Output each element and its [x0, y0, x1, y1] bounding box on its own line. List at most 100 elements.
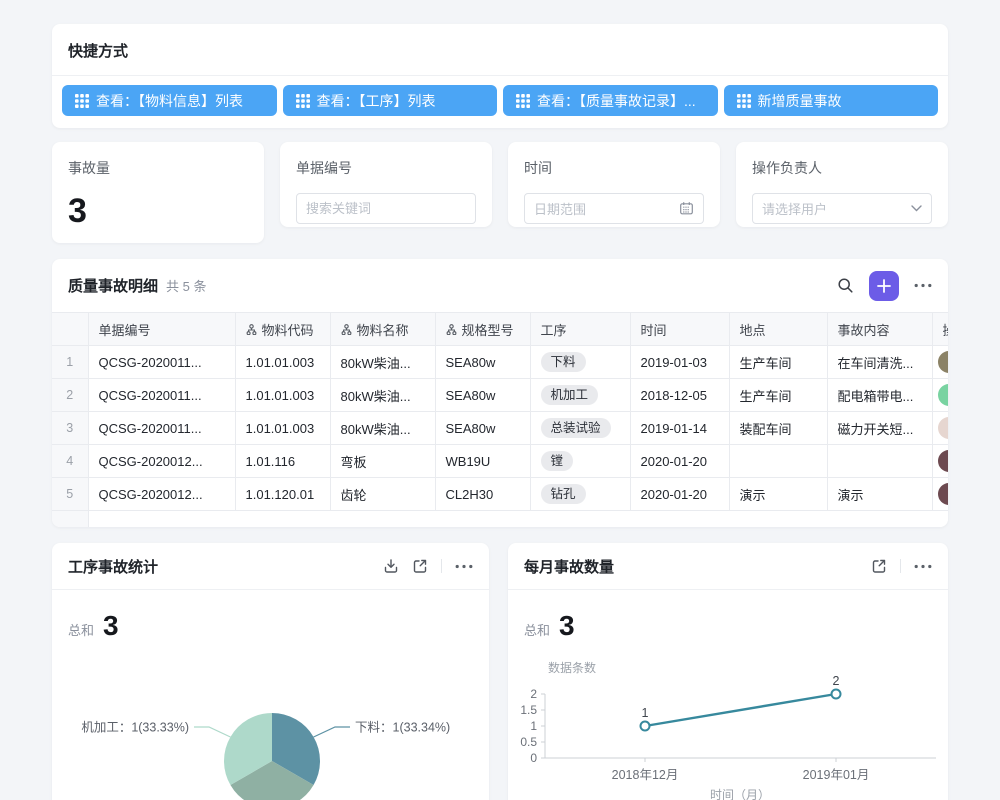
avatar [938, 351, 949, 373]
pie-leader-xialiao [314, 727, 350, 737]
operator-filter-card: 操作负责人 请选择用户 [736, 142, 948, 227]
col-content: 事故内容 [827, 313, 932, 346]
pie-card-title: 工序事故统计 [68, 556, 158, 577]
search-icon [837, 277, 854, 294]
col-place: 地点 [729, 313, 827, 346]
table-row[interactable]: 1 QCSG-2020011... 1.01.01.003 80kW柴油... … [52, 346, 948, 379]
pie-card-header: 工序事故统计 [52, 543, 489, 590]
pie-sum-row: 总和 3 [52, 590, 489, 642]
relation-icon [341, 324, 352, 335]
avatar [938, 483, 949, 505]
data-point-1[interactable] [641, 722, 650, 731]
line-chart[interactable]: 数据条数 2 1.5 1 0.5 0 1 2 2018年12月 2019年01月… [508, 633, 948, 800]
more-button[interactable] [455, 564, 473, 569]
time-filter-label: 时间 [524, 158, 704, 178]
line-card-title: 每月事故数量 [524, 556, 614, 577]
button-label: 查看：【工序】列表 [317, 91, 436, 111]
process-tag: 下料 [541, 352, 586, 372]
process-tag: 机加工 [541, 385, 599, 405]
avatar [938, 384, 949, 406]
more-icon [914, 564, 932, 569]
search-button[interactable] [837, 277, 854, 294]
doc-no-filter-label: 单据编号 [296, 158, 476, 178]
x-axis-title: 时间（月） [710, 788, 770, 800]
accident-count-card: 事故量 3 [52, 142, 264, 243]
sum-label: 总和 [524, 620, 550, 639]
table-header-row: 单据编号 物料代码 物料名称 规格型号 工序 时间 地点 事故内容 操作负责人 [52, 313, 948, 346]
view-process-list-button[interactable]: 查看：【工序】列表 [283, 85, 498, 116]
process-tag: 钻孔 [541, 484, 586, 504]
download-icon [383, 558, 399, 574]
y-tick-2: 2 [530, 687, 537, 701]
y-tick-0-5: 0.5 [520, 735, 537, 749]
sum-value: 3 [103, 610, 119, 642]
table-row[interactable]: 4 QCSG-2020012... 1.01.116 弯板 WB19U 镗 20… [52, 445, 948, 478]
export-button[interactable] [383, 558, 399, 574]
grid-icon [296, 94, 310, 108]
pie-chart[interactable]: 下料：1(33.34%) 机加工：1(33.33%) 总装试验：1(33.33%… [52, 642, 489, 800]
grid-icon [516, 94, 530, 108]
more-icon [455, 564, 473, 569]
accident-count-value: 3 [68, 192, 248, 231]
add-quality-accident-button[interactable]: 新增质量事故 [724, 85, 939, 116]
process-accident-stats-card: 工序事故统计 总和 3 下料：1(33.34%) 机加工：1(33.33%) [52, 543, 489, 800]
process-tag: 镗 [541, 451, 574, 471]
avatar [938, 450, 949, 472]
divider [441, 559, 442, 573]
pie-label-jijiagong: 机加工：1(33.33%) [81, 721, 189, 735]
button-label: 查看：【质量事故记录】... [537, 91, 696, 111]
open-in-new-icon [412, 558, 428, 574]
line-card-header: 每月事故数量 [508, 543, 948, 590]
sum-label: 总和 [68, 620, 94, 639]
data-point-2[interactable] [832, 690, 841, 699]
relation-icon [446, 324, 457, 335]
table-row[interactable]: 5 QCSG-2020012... 1.01.120.01 齿轮 CL2H30 … [52, 478, 948, 511]
date-range-box[interactable]: 日期范围 [524, 193, 704, 224]
sum-value: 3 [559, 610, 575, 642]
divider [900, 559, 901, 573]
table-title: 质量事故明细 [68, 275, 158, 296]
open-fullscreen-button[interactable] [871, 558, 887, 574]
relation-icon [246, 324, 257, 335]
col-process: 工序 [530, 313, 630, 346]
col-doc-no: 单据编号 [88, 313, 235, 346]
col-material-code: 物料代码 [235, 313, 330, 346]
shortcuts-title: 快捷方式 [68, 40, 932, 61]
process-tag: 总装试验 [541, 418, 611, 438]
view-material-list-button[interactable]: 查看：【物料信息】列表 [62, 85, 277, 116]
date-range-placeholder: 日期范围 [534, 199, 673, 218]
pie-label-xialiao: 下料：1(33.34%) [355, 721, 450, 735]
y-tick-1: 1 [530, 719, 537, 733]
record-count: 共 5 条 [166, 276, 206, 295]
table-row[interactable]: 3 QCSG-2020011... 1.01.01.003 80kW柴油... … [52, 412, 948, 445]
add-record-button[interactable] [869, 271, 899, 301]
value-label-1: 1 [642, 706, 649, 720]
plus-icon [877, 279, 891, 293]
calendar-icon [679, 201, 694, 216]
x-tick-dec2018: 2018年12月 [612, 768, 679, 782]
col-spec-model: 规格型号 [435, 313, 530, 346]
view-quality-accident-records-button[interactable]: 查看：【质量事故记录】... [503, 85, 718, 116]
table-scroll-area[interactable]: 单据编号 物料代码 物料名称 规格型号 工序 时间 地点 事故内容 操作负责人 … [52, 312, 948, 527]
open-in-new-icon [871, 558, 887, 574]
doc-no-search-box [296, 193, 476, 224]
chevron-down-icon [911, 205, 922, 212]
operator-filter-label: 操作负责人 [752, 158, 932, 178]
quality-accident-table: 单据编号 物料代码 物料名称 规格型号 工序 时间 地点 事故内容 操作负责人 … [52, 312, 948, 527]
monthly-accident-count-card: 每月事故数量 总和 3 数据条数 2 1.5 1 0.5 0 [508, 543, 948, 800]
more-button[interactable] [914, 564, 932, 569]
avatar [938, 417, 949, 439]
doc-no-search-input[interactable] [306, 201, 466, 216]
shortcuts-header: 快捷方式 [52, 24, 948, 76]
more-button[interactable] [914, 283, 932, 288]
table-row[interactable]: 2 QCSG-2020011... 1.01.01.003 80kW柴油... … [52, 379, 948, 412]
grid-icon [75, 94, 89, 108]
open-fullscreen-button[interactable] [412, 558, 428, 574]
col-row-number [52, 313, 88, 346]
operator-select[interactable]: 请选择用户 [752, 193, 932, 224]
button-label: 新增质量事故 [758, 91, 842, 111]
operator-select-placeholder: 请选择用户 [762, 199, 905, 218]
more-icon [914, 283, 932, 288]
y-axis-title: 数据条数 [548, 660, 596, 675]
y-tick-1-5: 1.5 [520, 703, 537, 717]
